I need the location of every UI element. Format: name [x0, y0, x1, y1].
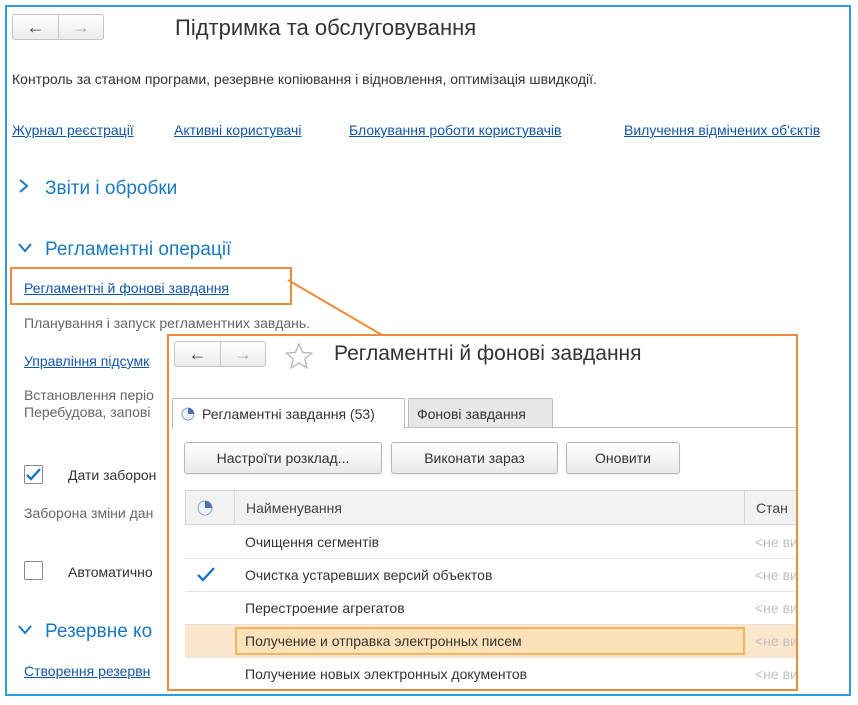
tab-scheduled-tasks-label: Регламентні завдання (53)	[202, 406, 375, 422]
header-status-icon	[197, 500, 213, 519]
table-row[interactable]: Получение новых электронных документов <…	[185, 658, 798, 689]
tab-background-jobs[interactable]: Фонові завдання	[408, 398, 553, 428]
popup-nav: ← →	[174, 341, 266, 367]
arrow-right-icon: →	[234, 343, 252, 364]
header-name[interactable]: Найменування	[246, 500, 342, 516]
scheduled-tasks-window: ← → Регламентні й фонові завдання Реглам…	[167, 334, 798, 691]
row-name: Получение и отправка электронных писем	[245, 633, 522, 649]
refresh-button[interactable]: Оновити	[566, 442, 680, 474]
table-row[interactable]: Перестроение агрегатов <не визначено>	[185, 592, 798, 625]
schedule-button[interactable]: Настроїти розклад...	[184, 442, 382, 474]
row-state: <не визначено>	[755, 534, 798, 550]
row-state: <не визначено>	[755, 567, 798, 583]
row-name: Перестроение агрегатов	[245, 600, 405, 616]
popup-title: Регламентні й фонові завдання	[334, 342, 642, 365]
arrow-left-icon: ←	[188, 343, 207, 364]
row-name: Очистка устаревших версий объектов	[245, 567, 493, 583]
tab-background-jobs-label: Фонові завдання	[417, 405, 526, 422]
clock-icon	[197, 500, 213, 516]
table-row[interactable]: Очищення сегментів <не визначено>	[185, 526, 798, 559]
popup-back-button[interactable]: ←	[175, 342, 220, 366]
star-outline-icon	[284, 342, 314, 370]
favorite-button[interactable]	[284, 342, 314, 375]
row-name: Очищення сегментів	[245, 534, 380, 550]
table-row-selected[interactable]: Получение и отправка электронных писем <…	[185, 625, 798, 658]
header-divider	[744, 491, 745, 524]
tab-bar: Регламентні завдання (53) Фонові завданн…	[172, 398, 796, 429]
clock-icon	[181, 407, 195, 421]
row-state: <не визначено>	[755, 633, 798, 649]
run-now-button[interactable]: Виконати зараз	[391, 442, 558, 474]
header-divider	[234, 491, 235, 524]
row-state: <не визначено>	[755, 600, 798, 616]
checkmark-icon	[197, 567, 215, 585]
popup-forward-button[interactable]: →	[220, 342, 265, 366]
row-state: <не визначено>	[755, 666, 798, 682]
tab-scheduled-tasks[interactable]: Регламентні завдання (53)	[172, 398, 405, 429]
table-header: Найменування Стан	[185, 490, 796, 525]
header-state[interactable]: Стан	[756, 500, 788, 516]
row-name: Получение новых электронных документов	[245, 666, 528, 682]
table-row[interactable]: Очистка устаревших версий объектов <не в…	[185, 559, 798, 592]
